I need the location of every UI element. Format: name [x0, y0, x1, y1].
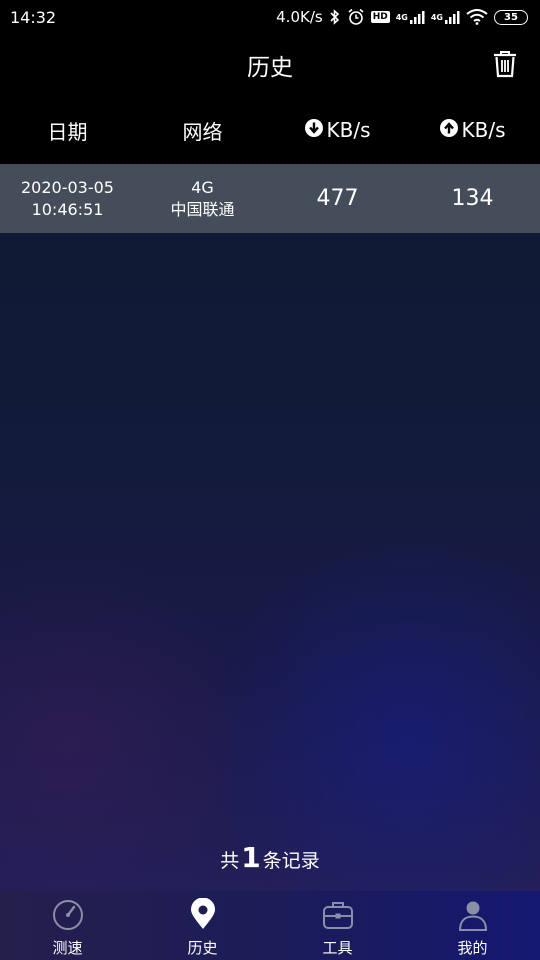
bottom-nav: 测速 历史 工具 我的: [0, 891, 540, 960]
column-download-label: KB/s: [326, 118, 371, 142]
status-bar: 14:32 4.0K/s HD 4G 4G 35: [0, 0, 540, 34]
battery-icon: 35: [494, 9, 528, 25]
toolbox-icon: [321, 898, 355, 936]
record-carrier: 中国联通: [170, 199, 235, 219]
page-title: 历史: [247, 55, 293, 81]
column-download: KB/s: [270, 118, 405, 142]
wifi-icon: [466, 9, 488, 25]
record-date-cell: 2020-03-05 10:46:51: [0, 177, 135, 221]
record-count-number: 1: [241, 841, 261, 874]
nav-item-profile[interactable]: 我的: [405, 891, 540, 960]
record-download-cell: 477: [270, 186, 405, 211]
signal-4g-label-1: 4G: [395, 12, 408, 22]
column-date: 日期: [0, 116, 135, 145]
speedometer-icon: [51, 898, 85, 936]
column-date-label: 日期: [47, 119, 88, 144]
signal-4g-icon-2: 4G: [431, 10, 460, 24]
record-time: 10:46:51: [31, 199, 104, 219]
status-time: 14:32: [10, 7, 57, 27]
location-pin-icon: [186, 897, 220, 936]
app-header: 历史: [0, 34, 540, 96]
record-count: 共 1 条记录: [0, 841, 540, 874]
table-row[interactable]: 2020-03-05 10:46:51 4G 中国联通 477 134: [0, 164, 540, 233]
history-list: 2020-03-05 10:46:51 4G 中国联通 477 134 共 1 …: [0, 164, 540, 891]
signal-4g-icon: 4G: [396, 10, 425, 24]
alarm-icon: [347, 8, 365, 26]
nav-item-speedtest[interactable]: 测速: [0, 891, 135, 960]
signal-4g-label-2: 4G: [430, 12, 443, 22]
record-download: 477: [316, 186, 359, 211]
nav-item-history[interactable]: 历史: [135, 891, 270, 960]
hd-badge: HD: [370, 11, 390, 23]
nav-label-history: 历史: [187, 939, 218, 957]
download-arrow-icon: [304, 118, 323, 142]
hd-icon: HD: [370, 11, 390, 23]
nav-label-tools: 工具: [322, 939, 353, 957]
upload-arrow-icon: [439, 118, 458, 142]
record-network-type: 4G: [191, 177, 214, 197]
record-network-cell: 4G 中国联通: [135, 177, 270, 221]
battery-level: 35: [504, 11, 518, 23]
column-network: 网络: [135, 116, 270, 145]
nav-item-tools[interactable]: 工具: [270, 891, 405, 960]
column-upload: KB/s: [405, 118, 540, 142]
trash-icon[interactable]: [492, 50, 518, 78]
bluetooth-icon: [329, 9, 341, 25]
nav-label-profile: 我的: [457, 939, 488, 957]
table-header: 日期 网络 KB/s KB/s: [0, 96, 540, 164]
person-icon: [456, 898, 490, 936]
record-upload-cell: 134: [405, 186, 540, 211]
record-date: 2020-03-05: [21, 177, 114, 197]
record-count-prefix: 共: [220, 850, 240, 872]
column-upload-label: KB/s: [461, 118, 506, 142]
record-upload: 134: [451, 186, 494, 211]
status-icons: 4.0K/s HD 4G 4G 35: [276, 8, 528, 26]
network-speed: 4.0K/s: [276, 8, 323, 26]
nav-label-speedtest: 测速: [52, 939, 83, 957]
record-count-suffix: 条记录: [262, 850, 320, 872]
column-network-label: 网络: [182, 119, 223, 144]
